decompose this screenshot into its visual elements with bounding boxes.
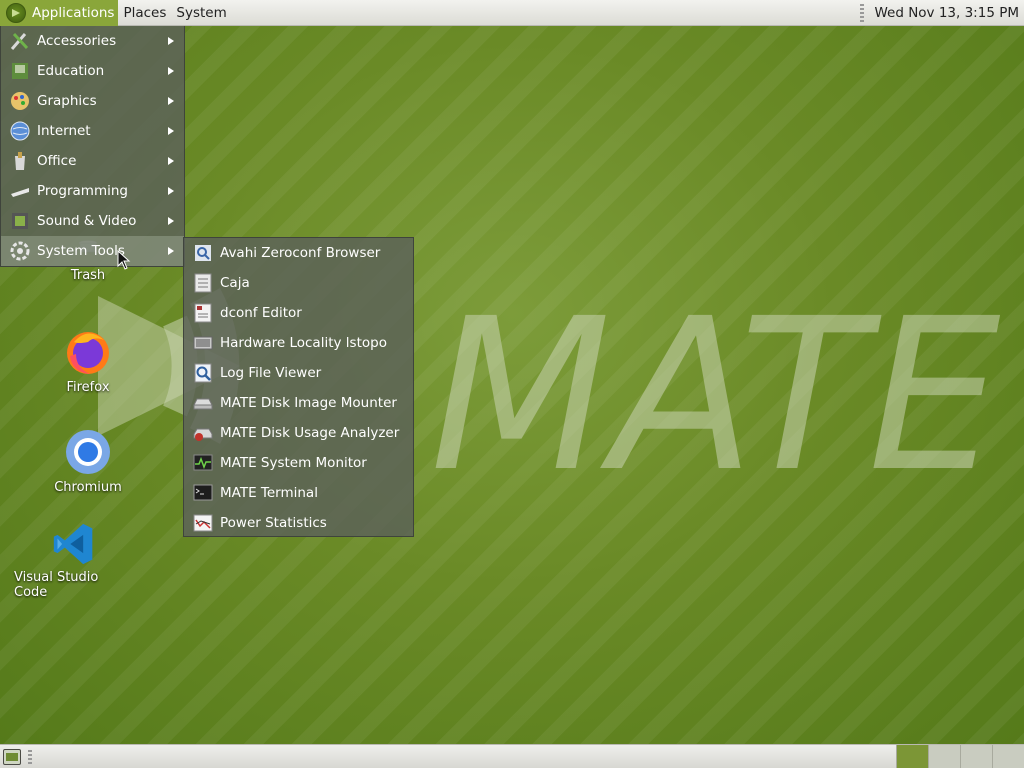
top-panel: Applications Places System Wed Nov 13, 3…	[0, 0, 1024, 26]
disk-mounter-icon	[193, 398, 213, 410]
menu-item-label: Education	[37, 63, 105, 79]
menu-item-system-tools[interactable]: System Tools	[1, 236, 184, 266]
system-menu-button[interactable]: System	[171, 0, 231, 26]
mouse-cursor-icon	[117, 250, 131, 270]
menu-item-label: MATE Disk Image Mounter	[220, 395, 397, 411]
dconf-icon	[194, 303, 212, 323]
workspace-1[interactable]	[896, 745, 928, 768]
system-monitor-icon	[193, 454, 213, 471]
menu-item-dconf-editor[interactable]: dconf Editor	[184, 298, 413, 328]
desktop-icon-label: Firefox	[66, 380, 110, 395]
log-viewer-icon	[194, 363, 212, 383]
menu-item-label: dconf Editor	[220, 305, 302, 321]
firefox-icon	[67, 332, 109, 374]
menu-item-hardware-locality-lstopo[interactable]: Hardware Locality lstopo	[184, 328, 413, 358]
menu-item-label: Power Statistics	[220, 515, 327, 531]
menu-item-label: MATE Terminal	[220, 485, 318, 501]
disk-usage-icon	[193, 428, 213, 441]
system-menu-label: System	[176, 4, 227, 21]
menu-item-mate-terminal[interactable]: MATE Terminal	[184, 478, 413, 508]
menu-item-label: Programming	[37, 183, 128, 199]
power-statistics-icon	[193, 514, 213, 532]
menu-item-log-file-viewer[interactable]: Log File Viewer	[184, 358, 413, 388]
places-menu-label: Places	[123, 4, 167, 21]
menu-item-label: Log File Viewer	[220, 365, 322, 381]
menu-item-graphics[interactable]: Graphics	[1, 86, 184, 116]
places-menu-button[interactable]: Places	[118, 0, 171, 26]
submenu-arrow-icon	[168, 247, 174, 255]
hardware-icon	[193, 336, 213, 350]
submenu-arrow-icon	[168, 217, 174, 225]
menu-item-label: Graphics	[37, 93, 97, 109]
chromium-icon	[66, 430, 110, 474]
graphics-icon	[11, 92, 29, 110]
applications-menu-button[interactable]: Applications	[0, 0, 119, 26]
desktop-icon-chromium[interactable]: Chromium	[28, 428, 148, 495]
menu-item-accessories[interactable]: Accessories	[1, 26, 184, 56]
applications-menu-label: Applications	[32, 4, 115, 21]
panel-drag-handle[interactable]	[860, 3, 865, 22]
workspace-switcher[interactable]	[896, 745, 1024, 768]
menu-item-label: Hardware Locality lstopo	[220, 335, 387, 351]
mate-logo-icon	[6, 2, 26, 23]
menu-item-power-statistics[interactable]: Power Statistics	[184, 508, 413, 538]
accessories-icon	[10, 32, 29, 50]
menu-item-label: Sound & Video	[37, 213, 137, 229]
system-tools-submenu: Avahi Zeroconf Browser Caja dconf Editor…	[183, 237, 414, 537]
menu-item-internet[interactable]: Internet	[1, 116, 184, 146]
menu-item-label: Office	[37, 153, 77, 169]
desktop-icon-firefox[interactable]: Firefox	[28, 328, 148, 395]
menu-item-programming[interactable]: Programming	[1, 176, 184, 206]
education-icon	[12, 63, 28, 79]
menu-item-label: MATE System Monitor	[220, 455, 367, 471]
programming-icon	[11, 188, 29, 197]
avahi-icon	[195, 245, 211, 261]
submenu-arrow-icon	[168, 187, 174, 195]
desktop-icon-label: Visual Studio Code	[14, 570, 99, 600]
show-desktop-button[interactable]	[3, 749, 21, 765]
menu-item-sound-video[interactable]: Sound & Video	[1, 206, 184, 236]
menu-item-office[interactable]: Office	[1, 146, 184, 176]
menu-item-label: Accessories	[37, 33, 117, 49]
sound-video-icon	[12, 213, 28, 229]
internet-icon	[10, 121, 30, 141]
clock[interactable]: Wed Nov 13, 3:15 PM	[874, 5, 1024, 21]
vscode-icon	[53, 523, 93, 565]
submenu-arrow-icon	[168, 127, 174, 135]
menu-item-mate-disk-usage-analyzer[interactable]: MATE Disk Usage Analyzer	[184, 418, 413, 448]
file-manager-icon	[194, 273, 212, 293]
menu-item-label: System Tools	[37, 243, 125, 259]
submenu-arrow-icon	[168, 157, 174, 165]
submenu-arrow-icon	[168, 37, 174, 45]
desktop-icon-label: Chromium	[54, 480, 122, 495]
office-icon	[15, 152, 25, 170]
workspace-4[interactable]	[992, 745, 1024, 768]
mate-logo-text: MATE	[430, 273, 1001, 518]
menu-item-education[interactable]: Education	[1, 56, 184, 86]
menu-item-label: MATE Disk Usage Analyzer	[220, 425, 400, 441]
panel-drag-handle[interactable]	[28, 750, 32, 764]
bottom-panel	[0, 744, 1024, 768]
applications-dropdown: Accessories Education Graphics Internet …	[0, 26, 185, 267]
submenu-arrow-icon	[168, 67, 174, 75]
terminal-icon	[193, 484, 213, 501]
workspace-2[interactable]	[928, 745, 960, 768]
desktop-icon-label: Trash	[70, 268, 106, 283]
menu-item-mate-disk-image-mounter[interactable]: MATE Disk Image Mounter	[184, 388, 413, 418]
desktop-icon-vscode[interactable]: Visual Studio Code	[14, 522, 134, 600]
menu-item-avahi-zeroconf-browser[interactable]: Avahi Zeroconf Browser	[184, 238, 413, 268]
menu-item-caja[interactable]: Caja	[184, 268, 413, 298]
menu-item-label: Avahi Zeroconf Browser	[220, 245, 381, 261]
menu-item-mate-system-monitor[interactable]: MATE System Monitor	[184, 448, 413, 478]
panel-right-area: Wed Nov 13, 3:15 PM	[860, 0, 1024, 26]
system-tools-icon	[10, 241, 30, 261]
menu-item-label: Caja	[220, 275, 250, 291]
submenu-arrow-icon	[168, 97, 174, 105]
menu-item-label: Internet	[37, 123, 91, 139]
workspace-3[interactable]	[960, 745, 992, 768]
